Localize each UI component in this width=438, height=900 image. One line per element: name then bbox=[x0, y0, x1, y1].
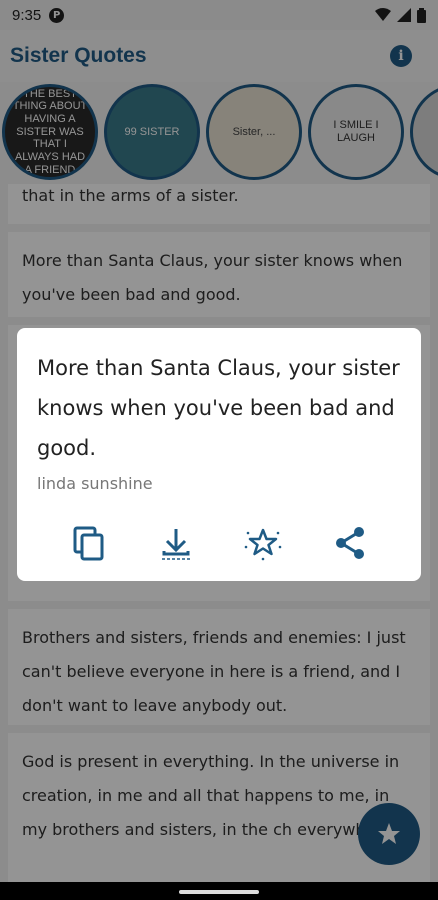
quote-dialog: More than Santa Claus, your sister knows… bbox=[17, 328, 421, 581]
download-icon bbox=[161, 529, 190, 560]
dialog-author: linda sunshine bbox=[37, 474, 153, 493]
copy-icon bbox=[73, 526, 103, 561]
favorite-button[interactable] bbox=[243, 523, 283, 563]
dialog-quote: More than Santa Claus, your sister knows… bbox=[37, 356, 400, 460]
share-icon bbox=[335, 527, 364, 559]
copy-button[interactable] bbox=[69, 523, 109, 563]
download-button[interactable] bbox=[156, 523, 196, 563]
dialog-actions bbox=[17, 523, 421, 563]
system-nav-bar bbox=[0, 882, 438, 900]
share-button[interactable] bbox=[330, 523, 370, 563]
star-icon bbox=[244, 528, 281, 561]
home-gesture-handle[interactable] bbox=[179, 890, 259, 894]
